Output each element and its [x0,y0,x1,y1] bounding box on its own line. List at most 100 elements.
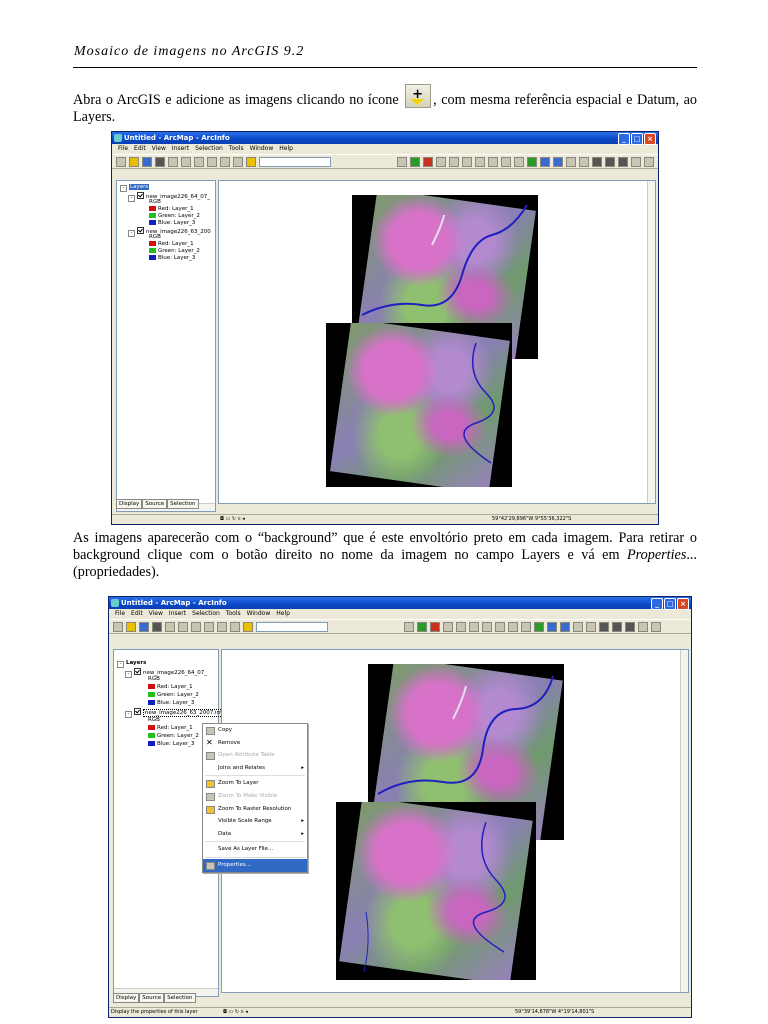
zoom-in-icon[interactable] [469,621,479,632]
back-icon[interactable] [547,621,557,632]
select-elements-icon[interactable] [592,156,602,167]
toc-layer-2-selected[interactable]: - new_image226_63_2007.img [125,708,228,718]
clear-selection-icon[interactable] [579,156,589,167]
ctx-zoom-raster-resolution[interactable]: Zoom To Raster Resolution [203,803,307,816]
print-icon[interactable] [155,156,165,167]
ctx-data[interactable]: Data ▸ [203,828,307,841]
clear-selection-icon[interactable] [586,621,596,632]
toc-layer-1[interactable]: - new_image226_64_07_ [125,668,207,678]
paste-icon[interactable] [194,156,204,167]
undo-icon[interactable] [217,621,227,632]
full-extent-icon[interactable] [527,156,537,167]
forward-icon[interactable] [560,621,570,632]
cut-icon[interactable] [168,156,178,167]
zoom-in-icon[interactable] [462,156,472,167]
back-icon[interactable] [540,156,550,167]
save-icon[interactable] [142,156,152,167]
pan-icon[interactable] [514,156,524,167]
command-line-icon[interactable] [423,156,433,167]
menu-view[interactable]: View [152,144,166,154]
print-icon[interactable] [152,621,162,632]
zoom-out-icon[interactable] [475,156,485,167]
tab-source[interactable]: Source [142,499,168,509]
menu-tools[interactable]: Tools [226,609,241,619]
copy-icon[interactable] [178,621,188,632]
tab-display[interactable]: Display [113,993,140,1003]
toc-layers-root[interactable]: - Layers [120,184,150,192]
full-extent-icon[interactable] [534,621,544,632]
menu-edit[interactable]: Edit [131,609,143,619]
window-icon[interactable] [436,156,446,167]
open-icon[interactable] [126,621,136,632]
open-icon[interactable] [129,156,139,167]
delete-icon[interactable] [204,621,214,632]
add-data-icon[interactable] [246,156,256,167]
forward-icon[interactable] [553,156,563,167]
find-icon[interactable] [618,156,628,167]
select-features-icon[interactable] [566,156,576,167]
new-icon[interactable] [116,156,126,167]
map-scale-input[interactable] [259,156,331,167]
ctx-zoom-to-layer[interactable]: Zoom To Layer [203,777,307,790]
toc-layer-1[interactable]: - new_image226_64_07_ [128,192,210,202]
cut-icon[interactable] [165,621,175,632]
fixed-zoom-out-icon[interactable] [508,621,518,632]
arctoolbox-icon[interactable] [417,621,427,632]
ctx-copy[interactable]: Copy [203,724,307,737]
delete-icon[interactable] [207,156,217,167]
tab-selection[interactable]: Selection [167,499,199,509]
menu-window[interactable]: Window [247,609,271,619]
help-icon[interactable] [449,156,459,167]
map-scale-input[interactable] [256,621,328,632]
find-icon[interactable] [625,621,635,632]
redo-icon[interactable] [233,156,243,167]
view-toggle-icons[interactable]: ◘ ▭ ↻ ॥ ◂ [220,515,245,524]
menu-edit[interactable]: Edit [134,144,146,154]
command-line-icon[interactable] [430,621,440,632]
identify-icon[interactable] [605,156,615,167]
ctx-joins-relates[interactable]: Joins and Relates ▸ [203,762,307,775]
menu-file[interactable]: File [118,144,128,154]
ctx-save-layer-file[interactable]: Save As Layer File... [203,843,307,856]
fixed-zoom-in-icon[interactable] [495,621,505,632]
menu-help[interactable]: Help [276,609,290,619]
toc-layers-root[interactable]: - Layers [117,660,146,668]
redo-icon[interactable] [230,621,240,632]
map-vertical-scrollbar[interactable] [680,650,688,992]
editor-icon[interactable] [404,621,414,632]
add-data-icon[interactable] [243,621,253,632]
editor-icon[interactable] [397,156,407,167]
undo-icon[interactable] [220,156,230,167]
fixed-zoom-in-icon[interactable] [488,156,498,167]
copy-icon[interactable] [181,156,191,167]
measure-icon[interactable] [638,621,648,632]
hyperlink-icon[interactable] [651,621,661,632]
menu-insert[interactable]: Insert [169,609,186,619]
ctx-visible-scale-range[interactable]: Visible Scale Range ▸ [203,815,307,828]
new-icon[interactable] [113,621,123,632]
arctoolbox-icon[interactable] [410,156,420,167]
select-elements-icon[interactable] [599,621,609,632]
save-icon[interactable] [139,621,149,632]
tab-display[interactable]: Display [116,499,143,509]
map-vertical-scrollbar[interactable] [647,181,655,503]
paste-icon[interactable] [191,621,201,632]
menu-view[interactable]: View [149,609,163,619]
menu-tools[interactable]: Tools [229,144,244,154]
ctx-remove[interactable]: ✕ Remove [203,737,307,750]
menu-help[interactable]: Help [279,144,293,154]
map-display[interactable] [218,180,656,504]
zoom-out-icon[interactable] [482,621,492,632]
identify-icon[interactable] [612,621,622,632]
help-icon[interactable] [456,621,466,632]
menu-selection[interactable]: Selection [192,609,220,619]
menu-window[interactable]: Window [250,144,274,154]
menu-selection[interactable]: Selection [195,144,223,154]
fixed-zoom-out-icon[interactable] [501,156,511,167]
hyperlink-icon[interactable] [644,156,654,167]
pan-icon[interactable] [521,621,531,632]
ctx-properties[interactable]: Properties... [203,858,307,872]
tab-source[interactable]: Source [139,993,165,1003]
select-features-icon[interactable] [573,621,583,632]
menu-insert[interactable]: Insert [172,144,189,154]
